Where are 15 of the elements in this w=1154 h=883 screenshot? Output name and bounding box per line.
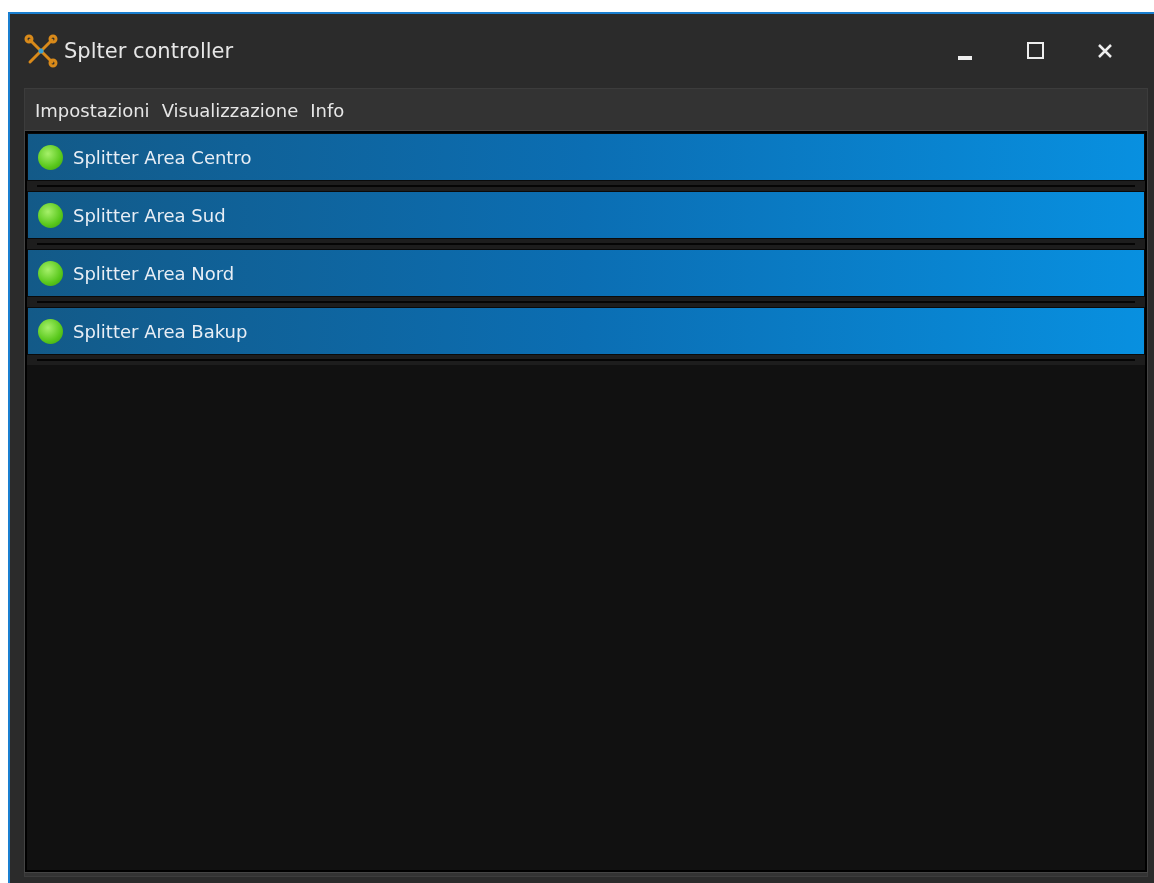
minimize-icon <box>958 56 972 60</box>
splitter-name: Splitter Area Centro <box>73 146 252 168</box>
menu-item[interactable]: Impostazioni <box>29 95 156 125</box>
menu-item[interactable]: Info <box>304 95 351 125</box>
splitter-row[interactable]: Splitter Area Sud <box>27 191 1145 239</box>
maximize-icon <box>1025 41 1045 61</box>
crossed-tools-icon <box>24 34 58 68</box>
menu-item[interactable]: Visualizzazione <box>155 95 305 125</box>
window-title: Splter controller <box>64 39 235 63</box>
splitter-name: Splitter Area Nord <box>73 262 235 284</box>
splitter-name: Splitter Area Sud <box>73 204 226 226</box>
splitter-row[interactable]: Splitter Area Centro <box>27 133 1145 181</box>
splitter-row[interactable]: Splitter Area Bakup <box>27 307 1145 355</box>
splitter-name: Splitter Area Bakup <box>73 320 248 342</box>
splitter-row[interactable]: Splitter Area Nord <box>27 249 1145 297</box>
